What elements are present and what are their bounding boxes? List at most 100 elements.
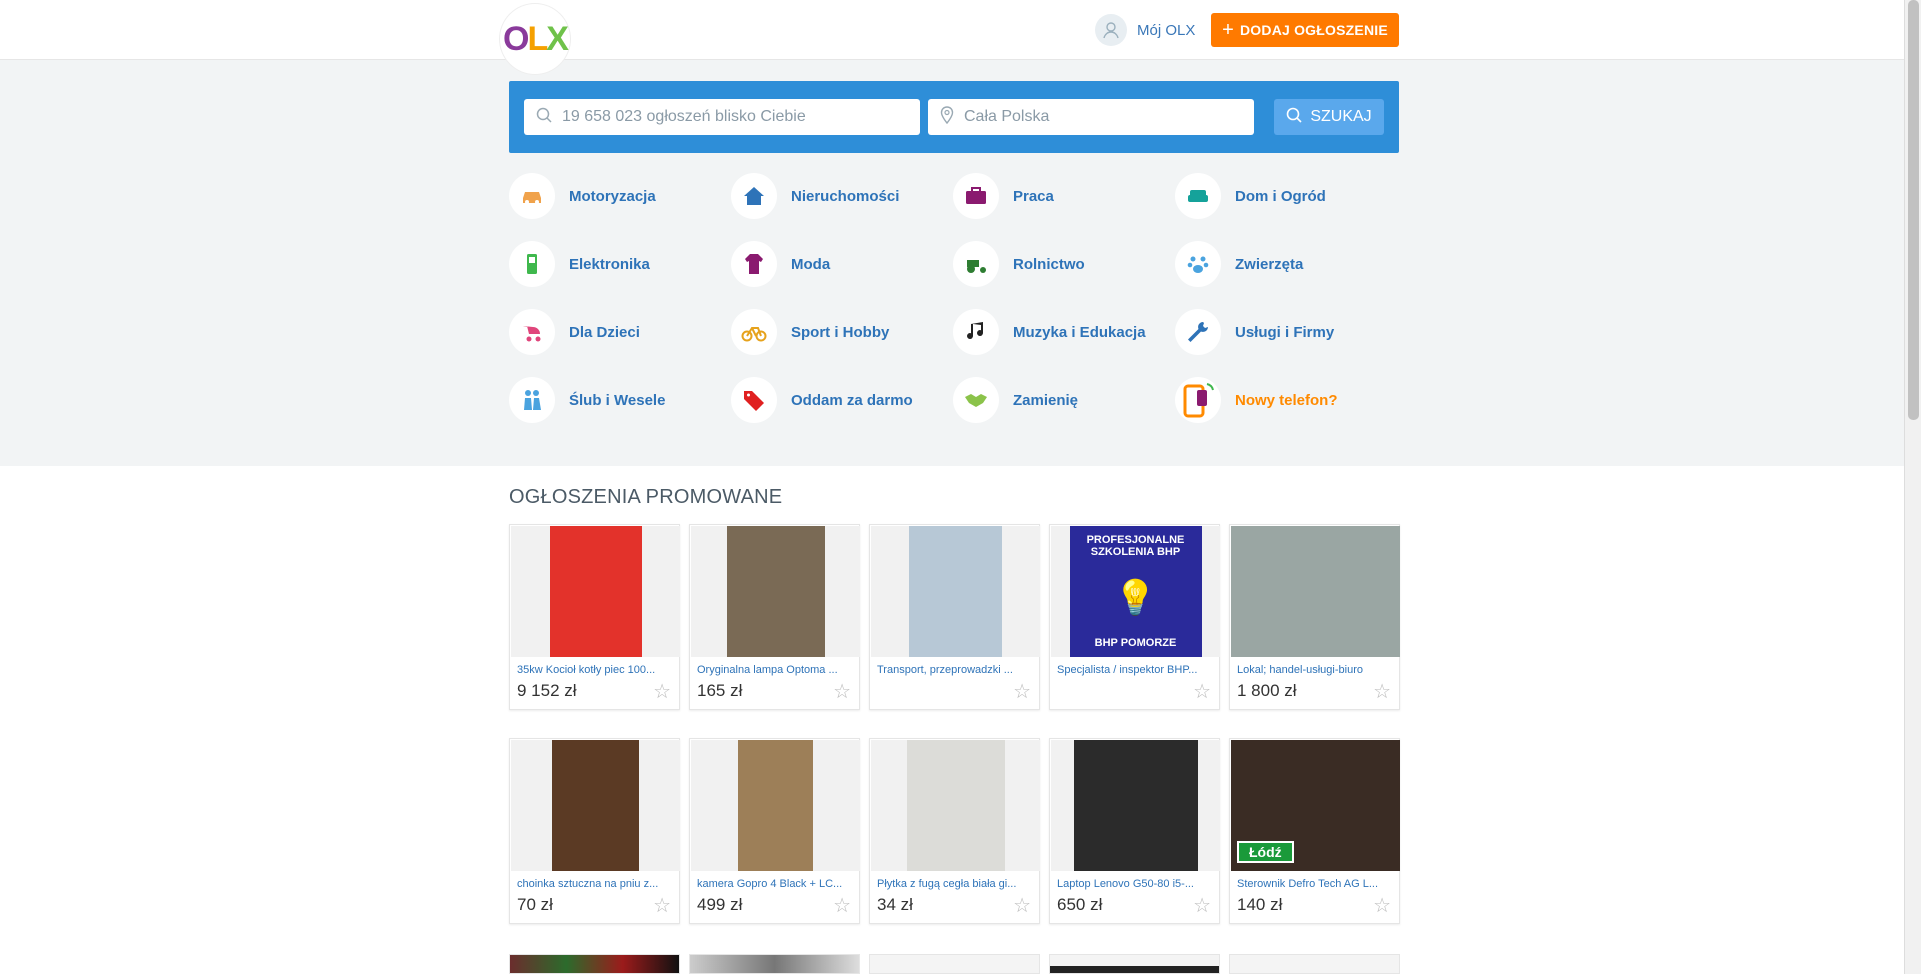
my-olx-link[interactable]: Mój OLX — [1095, 14, 1195, 46]
star-icon[interactable]: ☆ — [833, 679, 851, 704]
promoted-ad-card[interactable]: Łódź Sterownik Defro Tech AG L... 140 zł ☆ — [1229, 738, 1400, 924]
ad-title[interactable]: kamera Gopro 4 Black + LC... — [697, 878, 855, 890]
ad-title[interactable]: Laptop Lenovo G50-80 i5-... — [1057, 878, 1215, 890]
ad-title[interactable]: choinka sztuczna na pniu z... — [517, 878, 675, 890]
add-ad-button[interactable]: + DODAJ OGŁOSZENIE — [1211, 13, 1399, 47]
ad-thumbnail[interactable]: PROFESJONALNE SZKOLENIA BHP 💡 BHP POMORZE — [1051, 526, 1220, 657]
olx-logo[interactable]: OLX — [500, 4, 570, 74]
partial-card[interactable] — [1229, 954, 1400, 974]
sofa-icon — [1175, 173, 1221, 219]
category-label: Zamienię — [1013, 391, 1079, 409]
promoted-ad-card[interactable]: choinka sztuczna na pniu z... 70 zł ☆ — [509, 738, 680, 924]
category-item[interactable]: Moda — [731, 241, 830, 287]
star-icon[interactable]: ☆ — [653, 679, 671, 704]
category-item[interactable]: Zamienię — [953, 377, 1078, 423]
ad-thumbnail[interactable] — [1051, 740, 1220, 871]
partial-card[interactable] — [509, 954, 680, 974]
star-icon[interactable]: ☆ — [1013, 893, 1031, 918]
promoted-ad-card[interactable]: Laptop Lenovo G50-80 i5-... 650 zł ☆ — [1049, 738, 1220, 924]
ad-price: 34 zł — [877, 895, 913, 914]
bike-icon — [731, 309, 777, 355]
ad-title[interactable]: Specjalista / inspektor BHP... — [1057, 664, 1215, 676]
category-item[interactable]: Muzyka i Edukacja — [953, 309, 1146, 355]
promoted-ad-card[interactable]: 35kw Kocioł kotły piec 100... 9 152 zł ☆ — [509, 524, 680, 710]
category-item[interactable]: Dla Dzieci — [509, 309, 640, 355]
star-icon[interactable]: ☆ — [833, 893, 851, 918]
promoted-ad-card[interactable]: kamera Gopro 4 Black + LC... 499 zł ☆ — [689, 738, 860, 924]
ad-thumbnail[interactable] — [511, 526, 680, 657]
car-icon — [509, 173, 555, 219]
category-label: Rolnictwo — [1013, 255, 1085, 273]
ad-title[interactable]: Sterownik Defro Tech AG L... — [1237, 878, 1395, 890]
top-header: OLX Mój OLX + DODAJ OGŁOSZENIE — [0, 0, 1904, 74]
category-item[interactable]: Elektronika — [509, 241, 650, 287]
category-item[interactable]: Usługi i Firmy — [1175, 309, 1334, 355]
partial-card[interactable] — [1049, 954, 1220, 974]
ad-title[interactable]: Oryginalna lampa Optoma ... — [697, 664, 855, 676]
star-icon[interactable]: ☆ — [1373, 893, 1391, 918]
search-button[interactable]: SZUKAJ — [1274, 99, 1384, 135]
ad-photo — [909, 526, 1002, 657]
category-item[interactable]: Dom i Ogród — [1175, 173, 1326, 219]
my-olx-label: Mój OLX — [1137, 21, 1196, 39]
lightbulb-icon: 💡 — [1114, 578, 1157, 617]
page-scrollbar[interactable] — [1904, 0, 1921, 974]
star-icon[interactable]: ☆ — [1373, 679, 1391, 704]
star-icon[interactable]: ☆ — [653, 893, 671, 918]
stroller-icon — [509, 309, 555, 355]
category-item[interactable]: Ślub i Wesele — [509, 377, 665, 423]
star-icon[interactable]: ☆ — [1193, 893, 1211, 918]
ad-thumbnail[interactable] — [511, 740, 680, 871]
ad-thumbnail[interactable] — [871, 526, 1040, 657]
scrollbar-thumb[interactable] — [1908, 0, 1919, 420]
location-placeholder: Cała Polska — [964, 108, 1050, 125]
ad-title[interactable]: Lokal; handel-usługi-biuro — [1237, 664, 1395, 676]
phone-icon — [509, 241, 555, 287]
poster-heading: PROFESJONALNE SZKOLENIA BHP — [1086, 534, 1185, 558]
category-label: Moda — [791, 255, 831, 273]
category-item[interactable]: Sport i Hobby — [731, 309, 889, 355]
ad-photo — [738, 740, 813, 871]
promoted-ad-card[interactable]: PROFESJONALNE SZKOLENIA BHP 💡 BHP POMORZE S… — [1049, 524, 1220, 710]
jacket-icon — [731, 241, 777, 287]
ad-thumbnail[interactable] — [1231, 526, 1400, 657]
category-item[interactable]: Nowy telefon? — [1175, 377, 1338, 423]
category-item[interactable]: Nieruchomości — [731, 173, 899, 219]
ad-thumbnail[interactable] — [691, 526, 860, 657]
partial-card[interactable] — [869, 954, 1040, 974]
ad-thumbnail[interactable] — [871, 740, 1040, 871]
category-item[interactable]: Motoryzacja — [509, 173, 656, 219]
promoted-ad-card[interactable]: Płytka z fugą cegła biała gi... 34 zł ☆ — [869, 738, 1040, 924]
category-grid: Motoryzacja Nieruchomości Praca Dom i Ogród… — [509, 173, 1399, 453]
promoted-section-title: OGŁOSZENIA PROMOWANE — [509, 486, 783, 508]
ad-title[interactable]: 35kw Kocioł kotły piec 100... — [517, 664, 675, 676]
ad-title[interactable]: Transport, przeprowadzki ... — [877, 664, 1035, 676]
ad-title[interactable]: Płytka z fugą cegła biała gi... — [877, 878, 1035, 890]
promoted-ad-card[interactable]: Oryginalna lampa Optoma ... 165 zł ☆ — [689, 524, 860, 710]
star-icon[interactable]: ☆ — [1013, 679, 1031, 704]
search-icon — [536, 107, 552, 128]
ad-price: 9 152 zł — [517, 681, 577, 700]
ad-photo — [1231, 526, 1400, 657]
search-input[interactable]: 19 658 023 ogłoszeń blisko Ciebie — [524, 99, 920, 135]
category-item[interactable]: Rolnictwo — [953, 241, 1085, 287]
handshake-icon — [953, 377, 999, 423]
ad-photo — [552, 740, 639, 871]
star-icon[interactable]: ☆ — [1193, 679, 1211, 704]
ad-thumbnail[interactable] — [691, 740, 860, 871]
promoted-ad-card[interactable]: Transport, przeprowadzki ... ☆ — [869, 524, 1040, 710]
category-item[interactable]: Oddam za darmo — [731, 377, 913, 423]
location-pin-icon — [940, 105, 954, 129]
logo-letter-l: L — [527, 19, 548, 58]
promoted-ad-card[interactable]: Lokal; handel-usługi-biuro 1 800 zł ☆ — [1229, 524, 1400, 710]
ad-price: 650 zł — [1057, 895, 1103, 914]
wrench-icon — [1175, 309, 1221, 355]
partial-card[interactable] — [689, 954, 860, 974]
category-label: Usługi i Firmy — [1235, 323, 1335, 341]
ad-photo — [1073, 740, 1198, 871]
category-label: Elektronika — [569, 255, 650, 273]
ad-thumbnail[interactable]: Łódź — [1231, 740, 1400, 871]
category-item[interactable]: Zwierzęta — [1175, 241, 1303, 287]
category-item[interactable]: Praca — [953, 173, 1054, 219]
location-input[interactable]: Cała Polska — [928, 99, 1254, 135]
